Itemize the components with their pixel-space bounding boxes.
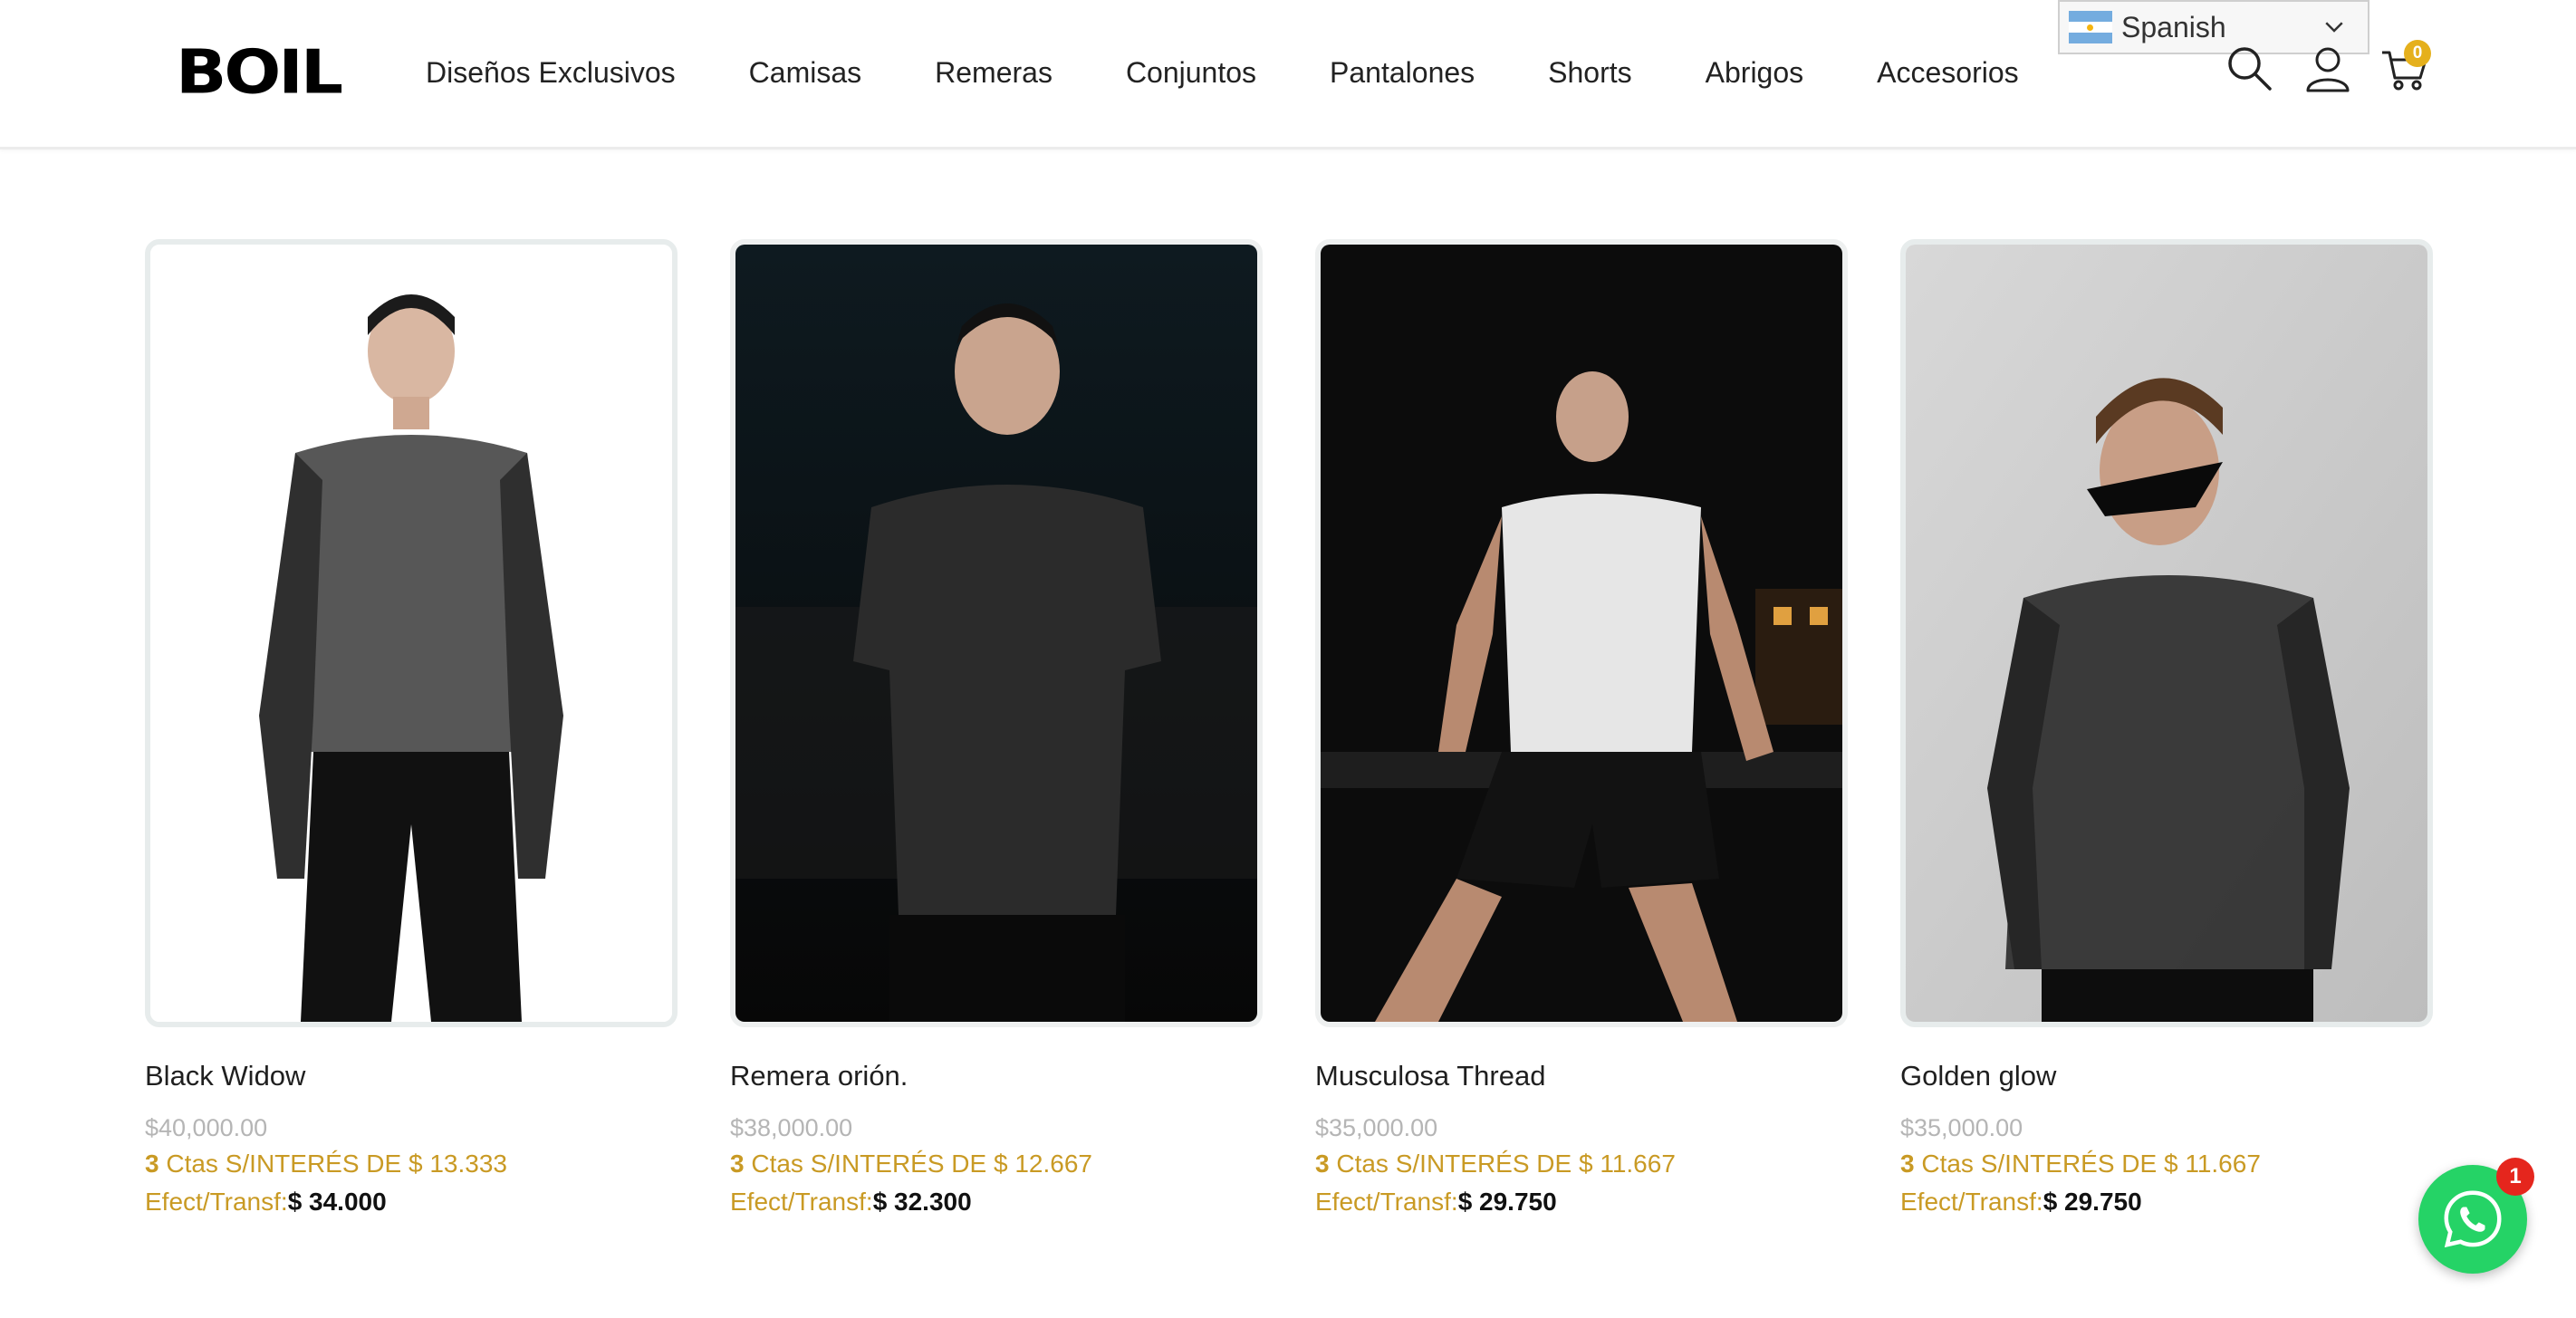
installments-text: Ctas S/INTERÉS DE $ 13.333 [159,1150,507,1178]
nav-item-shorts[interactable]: Shorts [1548,56,1631,90]
product-card[interactable]: Black Widow $40,000.00 3 Ctas S/INTERÉS … [145,239,678,1217]
nav-item-accesorios[interactable]: Accesorios [1877,56,2019,90]
search-icon[interactable] [2225,43,2275,94]
product-cash-price: Efect/Transf:$ 29.750 [1315,1188,1848,1217]
product-name[interactable]: Golden glow [1900,1060,2433,1092]
product-installments: 3 Ctas S/INTERÉS DE $ 11.667 [1315,1150,1848,1179]
cash-price-label: Efect/Transf: [1900,1188,2043,1216]
brand-logo[interactable]: BOIL [176,36,343,109]
user-icon[interactable] [2302,43,2353,94]
whatsapp-notification-badge: 1 [2496,1158,2534,1196]
cash-price-value: $ 29.750 [1457,1188,1557,1216]
product-name[interactable]: Musculosa Thread [1315,1060,1848,1092]
brand-logo-text: BOIL [176,37,343,108]
cash-price-value: $ 34.000 [287,1188,387,1216]
installments-count: 3 [730,1150,745,1178]
product-image[interactable] [1900,239,2433,1027]
nav-item-pantalones[interactable]: Pantalones [1330,56,1475,90]
nav-item-disenos-exclusivos[interactable]: Diseños Exclusivos [426,56,676,90]
cash-price-value: $ 29.750 [2043,1188,2142,1216]
product-old-price: $40,000.00 [145,1114,268,1141]
product-cash-price: Efect/Transf:$ 32.300 [730,1188,1263,1217]
installments-text: Ctas S/INTERÉS DE $ 11.667 [1914,1150,2261,1178]
product-card[interactable]: Golden glow $35,000.00 3 Ctas S/INTERÉS … [1900,239,2433,1217]
site-header: BOIL Diseños Exclusivos Camisas Remeras … [0,0,2576,149]
product-name[interactable]: Remera orión. [730,1060,1263,1092]
cash-price-label: Efect/Transf: [145,1188,288,1216]
product-cash-price: Efect/Transf:$ 29.750 [1900,1188,2433,1217]
nav-item-camisas[interactable]: Camisas [749,56,861,90]
cart-count-badge: 0 [2404,40,2431,67]
product-card[interactable]: Remera orión. $38,000.00 3 Ctas S/INTERÉ… [730,239,1263,1217]
main-nav: Diseños Exclusivos Camisas Remeras Conju… [426,56,2092,90]
product-installments: 3 Ctas S/INTERÉS DE $ 13.333 [145,1150,678,1179]
product-image[interactable] [145,239,678,1027]
installments-count: 3 [145,1150,159,1178]
nav-item-remeras[interactable]: Remeras [935,56,1053,90]
product-installments: 3 Ctas S/INTERÉS DE $ 11.667 [1900,1150,2433,1179]
nav-item-abrigos[interactable]: Abrigos [1706,56,1804,90]
product-old-price: $35,000.00 [1315,1114,1438,1141]
product-card[interactable]: Musculosa Thread $35,000.00 3 Ctas S/INT… [1315,239,1848,1217]
cash-price-label: Efect/Transf: [730,1188,873,1216]
installments-count: 3 [1900,1150,1915,1178]
product-name[interactable]: Black Widow [145,1060,678,1092]
product-installments: 3 Ctas S/INTERÉS DE $ 12.667 [730,1150,1263,1179]
product-image[interactable] [730,239,1263,1027]
argentina-flag-icon [2069,11,2112,43]
product-cash-price: Efect/Transf:$ 34.000 [145,1188,678,1217]
cash-price-value: $ 32.300 [872,1188,972,1216]
installments-text: Ctas S/INTERÉS DE $ 12.667 [744,1150,1092,1178]
product-image[interactable] [1315,239,1848,1027]
language-selected-label: Spanish [2121,10,2226,43]
installments-count: 3 [1315,1150,1330,1178]
whatsapp-icon [2444,1190,2502,1248]
product-old-price: $35,000.00 [1900,1114,2023,1141]
installments-text: Ctas S/INTERÉS DE $ 11.667 [1329,1150,1676,1178]
nav-item-conjuntos[interactable]: Conjuntos [1126,56,1256,90]
cash-price-label: Efect/Transf: [1315,1188,1458,1216]
chevron-down-icon [2325,22,2343,33]
product-old-price: $38,000.00 [730,1114,853,1141]
